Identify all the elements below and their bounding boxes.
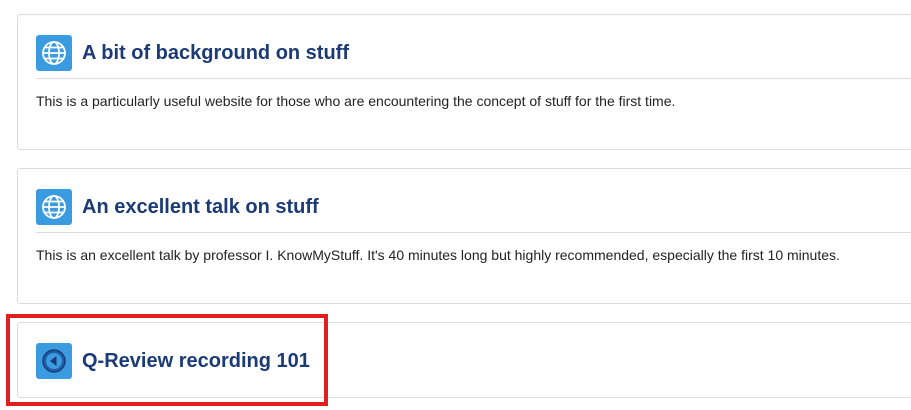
globe-icon[interactable]: [36, 35, 72, 71]
divider: [36, 78, 911, 79]
resource-title-link[interactable]: A bit of background on stuff: [82, 42, 349, 65]
resource-card: An excellent talk on stuff This is an ex…: [17, 168, 911, 304]
resource-list: A bit of background on stuff This is a p…: [0, 0, 911, 410]
resource-card: A bit of background on stuff This is a p…: [17, 14, 911, 150]
resource-card-header: A bit of background on stuff: [36, 35, 911, 71]
resource-card-header: Q-Review recording 101: [36, 343, 911, 379]
resource-description: This is an excellent talk by professor I…: [36, 247, 840, 263]
resource-card: Q-Review recording 101: [17, 322, 911, 398]
resource-card-header: An excellent talk on stuff: [36, 189, 911, 225]
resource-title-link[interactable]: An excellent talk on stuff: [82, 196, 319, 219]
resource-description: This is a particularly useful website fo…: [36, 93, 676, 109]
play-back-icon[interactable]: [36, 343, 72, 379]
globe-icon[interactable]: [36, 189, 72, 225]
divider: [36, 232, 911, 233]
resource-title-link[interactable]: Q-Review recording 101: [82, 350, 310, 373]
